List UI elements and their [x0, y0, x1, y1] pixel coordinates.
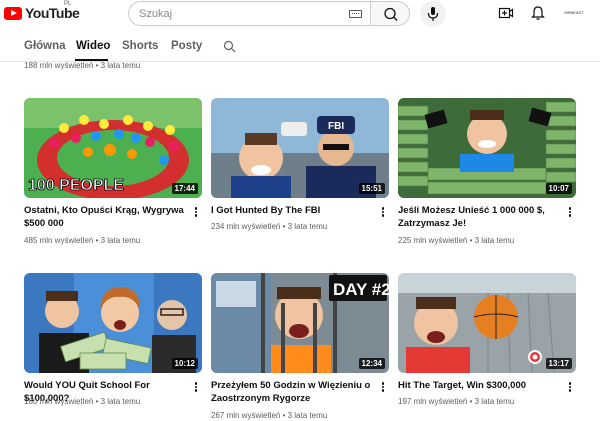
voice-search-button[interactable]: [420, 1, 446, 27]
more-actions-icon[interactable]: [193, 206, 199, 218]
account-avatar[interactable]: MRBEAST: [560, 8, 588, 17]
video-meta: 234 mln wyświetleń • 3 lata temu: [211, 222, 328, 231]
top-bar: YouTube PL MRBEAST: [0, 0, 600, 30]
video-meta: 225 mln wyświetleń • 3 lata temu: [398, 236, 515, 245]
channel-search-icon[interactable]: [223, 40, 236, 53]
keyboard-icon[interactable]: [349, 10, 362, 18]
video-duration: 12:34: [358, 358, 385, 369]
previous-row-meta: 188 mln wyświetleń • 3 lata temu: [24, 61, 141, 70]
tab-videos[interactable]: Wideo: [76, 40, 110, 52]
video-title[interactable]: Jeśli Możesz Unieść 1 000 000 $, Zatrzym…: [398, 204, 558, 230]
create-video-icon[interactable]: [498, 5, 514, 21]
video-thumbnail[interactable]: FBI 15:51: [211, 98, 389, 198]
notifications-bell-icon[interactable]: [530, 5, 546, 21]
video-duration: 15:51: [358, 183, 385, 194]
search-box[interactable]: [128, 1, 370, 26]
logo-text: YouTube: [25, 5, 80, 21]
microphone-icon: [427, 7, 439, 21]
thumbnail-overlay-text: FBI: [328, 121, 344, 132]
video-meta: 485 mln wyświetleń • 3 lata temu: [24, 236, 141, 245]
more-actions-icon[interactable]: [567, 381, 573, 393]
video-duration: 13:17: [545, 358, 572, 369]
video-thumbnail[interactable]: 100 PEOPLE 17:44: [24, 98, 202, 198]
video-duration: 17:44: [171, 183, 198, 194]
video-title[interactable]: Hit The Target, Win $300,000: [398, 379, 558, 392]
thumbnail-overlay-text: 100 PEOPLE: [28, 177, 124, 194]
more-actions-icon[interactable]: [380, 206, 386, 218]
video-thumbnail[interactable]: DAY #2 12:34: [211, 273, 389, 373]
youtube-logo[interactable]: YouTube: [4, 5, 80, 21]
video-thumbnail[interactable]: 10:12: [24, 273, 202, 373]
video-title[interactable]: Przeżyłem 50 Godzin w Więzieniu o Zaostr…: [211, 379, 371, 405]
youtube-play-icon: [4, 6, 22, 20]
search-button[interactable]: [370, 1, 410, 26]
tab-posts[interactable]: Posty: [171, 40, 202, 52]
tab-home[interactable]: Główna: [24, 40, 66, 52]
video-thumbnail[interactable]: 13:17: [398, 273, 576, 373]
channel-tabs: Główna Wideo Shorts Posty: [0, 36, 600, 62]
video-meta: 267 mln wyświetleń • 3 lata temu: [211, 411, 328, 420]
video-title[interactable]: Ostatni, Kto Opuści Krąg, Wygrywa $500 0…: [24, 204, 184, 230]
video-thumbnail[interactable]: 10:07: [398, 98, 576, 198]
tab-shorts[interactable]: Shorts: [122, 40, 158, 52]
video-title[interactable]: I Got Hunted By The FBI: [211, 204, 371, 217]
search-input[interactable]: [139, 6, 339, 22]
more-actions-icon[interactable]: [380, 381, 386, 393]
region-code: PL: [64, 1, 72, 7]
more-actions-icon[interactable]: [193, 381, 199, 393]
search-icon: [384, 7, 398, 21]
video-meta: 180 mln wyświetleń • 3 lata temu: [24, 397, 141, 406]
video-meta: 197 mln wyświetleń • 3 lata temu: [398, 397, 515, 406]
thumbnail-overlay-text: DAY #2: [333, 280, 389, 299]
video-duration: 10:07: [545, 183, 572, 194]
video-duration: 10:12: [171, 358, 198, 369]
more-actions-icon[interactable]: [567, 206, 573, 218]
